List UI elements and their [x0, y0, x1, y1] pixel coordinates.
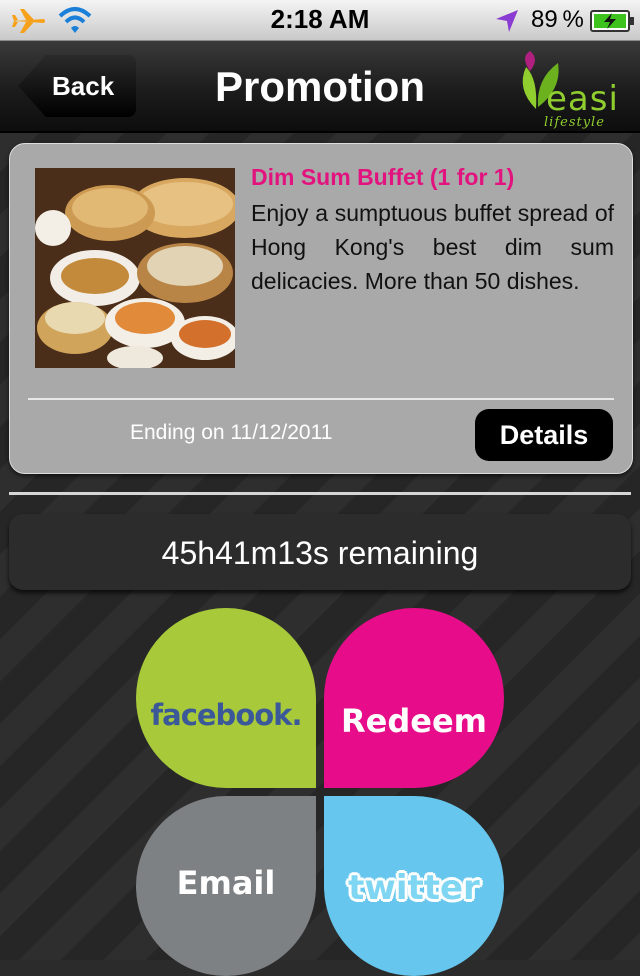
facebook-share-button[interactable]: facebook. — [136, 608, 316, 788]
redeem-button[interactable]: Redeem — [324, 608, 504, 788]
countdown-timer: 45h41m13s remaining — [9, 514, 631, 590]
battery-percent: 89 % — [531, 6, 584, 33]
twitter-label: twitter — [348, 868, 480, 908]
twitter-share-button[interactable]: twitter — [324, 796, 504, 976]
logo-subtext: lifestyle — [544, 115, 605, 130]
easi-lifestyle-logo: easi lifestyle — [500, 43, 636, 131]
email-share-button[interactable]: Email — [136, 796, 316, 976]
promotion-card: Dim Sum Buffet (1 for 1) Enjoy a sumptuo… — [9, 143, 633, 474]
nav-bar: Back Promotion easi lifestyle — [0, 41, 640, 133]
status-bar: 2:18 AM 89 % — [0, 0, 640, 41]
redeem-label: Redeem — [341, 702, 487, 740]
promo-description: Enjoy a sumptuous buffet spread of Hong … — [251, 200, 614, 294]
logo-text: easi — [546, 79, 619, 119]
facebook-label: facebook. — [150, 698, 303, 732]
promo-title: Dim Sum Buffet (1 for 1) — [251, 164, 515, 190]
location-arrow-icon — [496, 10, 518, 32]
section-divider — [9, 492, 631, 495]
details-button[interactable]: Details — [475, 409, 613, 461]
card-divider — [28, 398, 614, 400]
email-label: Email — [176, 864, 276, 902]
dim-sum-image — [35, 168, 235, 368]
battery-charging-icon — [590, 10, 634, 32]
promo-ending-date: Ending on 11/12/2011 — [130, 421, 333, 444]
